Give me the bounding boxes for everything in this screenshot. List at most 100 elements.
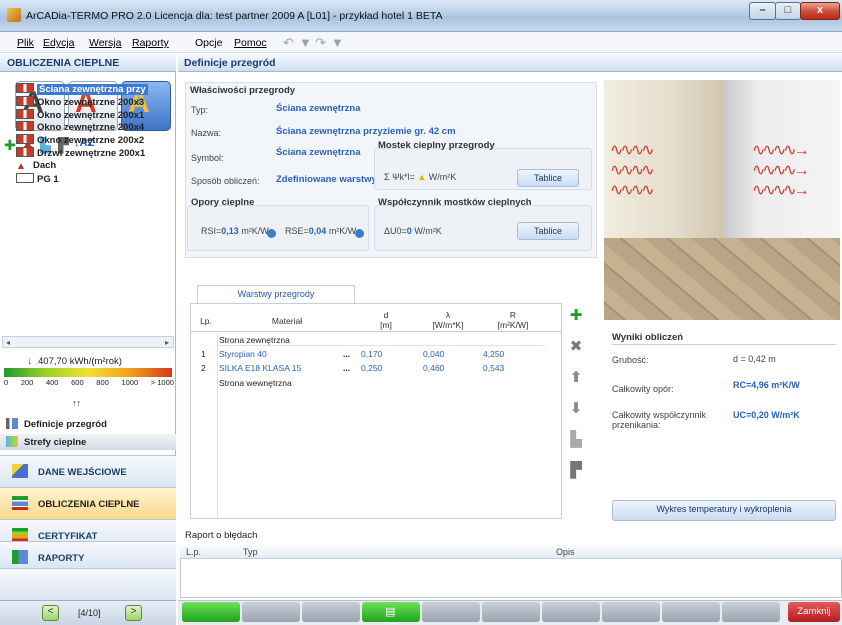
u-label: Całkowity współczynnik przenikania: xyxy=(612,410,707,430)
tree-item-label: Okno zewnętrzne 200x1 xyxy=(37,109,145,121)
status-segment[interactable]: ▤ xyxy=(362,602,420,622)
tree-horizontal-scrollbar[interactable] xyxy=(2,336,174,348)
tree-item-door[interactable]: Drzwi zewnętrzne 200x1 xyxy=(16,147,145,159)
rse-label: RSE= xyxy=(285,226,309,236)
close-icon: x xyxy=(816,4,824,16)
col-material: Materiał xyxy=(217,316,357,326)
heat-wave-icon: ∿∿∿∿→ xyxy=(752,142,810,159)
move-down-icon[interactable]: ⬇ xyxy=(568,399,584,417)
opor-label: Całkowity opór: xyxy=(612,384,674,394)
errors-title: Raport o błędach xyxy=(185,530,258,541)
status-segment[interactable] xyxy=(722,602,780,622)
nazwa-value[interactable]: Ściana zewnętrzna przyziemie gr. 42 cm xyxy=(276,126,456,137)
zamknij-button[interactable]: Zamknij xyxy=(788,602,840,622)
status-segment[interactable] xyxy=(602,602,660,622)
minimize-button[interactable]: – xyxy=(749,2,776,20)
menu-wersja[interactable]: Wersja xyxy=(89,37,121,49)
menu-opcje[interactable]: Opcje xyxy=(195,37,222,49)
section-obliczenia-label: OBLICZENIA CIEPLNE xyxy=(38,499,140,510)
section-raporty[interactable]: RAPORTY xyxy=(0,541,176,568)
temperature-chart-button[interactable]: Wykres temperatury i wykroplenia xyxy=(612,500,836,521)
mostek-tablice-button[interactable]: Tablice xyxy=(517,169,579,187)
pager-next-button[interactable]: > xyxy=(125,605,142,621)
add-icon[interactable]: ✚ xyxy=(4,137,16,154)
tree-item-window[interactable]: Okno zewnętrzne 200x2 xyxy=(16,134,144,146)
status-segment[interactable] xyxy=(242,602,300,622)
status-segment[interactable] xyxy=(182,602,240,622)
tree-item-roof[interactable]: ▲ Dach xyxy=(16,160,56,172)
rse-unit: m²K/W xyxy=(328,226,357,236)
nav-definicje-przegrod[interactable]: Definicje przegród xyxy=(0,416,176,432)
material-picker-button[interactable]: ... xyxy=(343,349,350,359)
status-segment[interactable] xyxy=(482,602,540,622)
section-dane-wejsciowe[interactable]: DANE WEJŚCIOWE xyxy=(0,455,176,487)
wsp-tablice-button[interactable]: Tablice xyxy=(517,222,579,240)
grubosc-value: d = 0,42 m xyxy=(733,354,776,364)
redo-icon[interactable]: ↷ xyxy=(315,35,326,51)
tree-item-window[interactable]: Okno zewnętrzne 200x4 xyxy=(16,121,144,133)
tree-item-floor[interactable]: PG 1 xyxy=(16,172,59,185)
copy-layer-icon[interactable]: ▙ xyxy=(568,430,584,448)
col-material-label: Materiał xyxy=(271,316,303,326)
menu-edycja[interactable]: Edycja xyxy=(43,37,75,49)
status-segment[interactable] xyxy=(542,602,600,622)
tree-item-label: PG 1 xyxy=(37,173,59,185)
menu-raporty[interactable]: Raporty xyxy=(132,37,169,49)
nav-strefy-cieplne[interactable]: Strefy cieplne xyxy=(0,434,176,450)
du-label: ΔU0= xyxy=(384,226,407,236)
rsi-value[interactable]: 0,13 xyxy=(221,226,239,236)
rsi-info-icon[interactable] xyxy=(267,229,276,238)
filter-down-icon[interactable]: ▼ xyxy=(331,35,344,50)
undo-icon[interactable]: ↶ xyxy=(283,35,294,51)
rse-info-icon[interactable] xyxy=(355,229,364,238)
typ-value[interactable]: Ściana zewnętrzna xyxy=(276,103,360,114)
partition-definitions-icon xyxy=(6,418,18,429)
delete-layer-icon[interactable]: ✖ xyxy=(568,337,584,355)
menu-pomoc[interactable]: Pomoc xyxy=(234,37,267,49)
u-value: UC=0,20 W/m²K xyxy=(733,410,800,420)
status-segment[interactable] xyxy=(662,602,720,622)
tree-item-label: Dach xyxy=(33,159,57,171)
layer-cell-material[interactable]: Styropian 40 xyxy=(219,349,267,359)
rse-value[interactable]: 0,04 xyxy=(309,226,327,236)
tab-warstwy-przegrody[interactable]: Warstwy przegrody xyxy=(197,285,355,303)
metoda-value[interactable]: Zdefiniowane warstwy xyxy=(276,174,377,185)
layer-cell-lambda[interactable]: 0,040 xyxy=(423,349,444,359)
layer-cell-d[interactable]: 0,250 xyxy=(361,363,382,373)
tree-item-label: Okno zewnętrzne 200x2 xyxy=(37,135,145,147)
status-segment[interactable] xyxy=(302,602,360,622)
tree-item-window[interactable]: Okno zewnętrzne 200x3 xyxy=(16,95,145,108)
tree-item-window[interactable]: Okno zewnętrzne 200x1 xyxy=(16,108,145,121)
scale-arrows-icon: ↑↑ xyxy=(72,398,81,408)
status-segment[interactable] xyxy=(422,602,480,622)
section-obliczenia-cieplne[interactable]: OBLICZENIA CIEPLNE xyxy=(0,487,176,519)
layer-cell-d[interactable]: 0,170 xyxy=(361,349,382,359)
close-window-button[interactable]: x xyxy=(800,2,840,20)
scale-tick-label: 800 xyxy=(96,378,109,387)
tree-item-label: Okno zewnętrzne 200x3 xyxy=(37,96,145,108)
layer-cell-material[interactable]: SILKA E18 KLASA 15 xyxy=(219,363,301,373)
material-picker-button[interactable]: ... xyxy=(343,363,350,373)
du-value[interactable]: 0 xyxy=(407,226,412,236)
layer-cell-lambda[interactable]: 0,460 xyxy=(423,363,444,373)
scroll-right-icon[interactable]: ▸ xyxy=(165,338,169,347)
menu-plik[interactable]: Plik xyxy=(17,37,34,49)
layer-cell-r[interactable]: 4,250 xyxy=(483,349,504,359)
filter-icon[interactable]: ▼ xyxy=(299,35,312,50)
col-r: R [m²K/W] xyxy=(481,310,545,330)
scroll-left-icon[interactable]: ◂ xyxy=(6,338,10,347)
add-layer-icon[interactable]: ✚ xyxy=(568,306,584,324)
move-up-icon[interactable]: ⬆ xyxy=(568,368,584,386)
section-filler xyxy=(0,568,176,600)
export-layer-icon[interactable]: ▛ xyxy=(568,461,584,479)
layer-cell-r[interactable]: 0,543 xyxy=(483,363,504,373)
symbol-value[interactable]: Ściana zewnętrzna xyxy=(276,147,360,158)
header-divider xyxy=(191,331,561,332)
nazwa-label: Nazwa: xyxy=(191,128,222,138)
maximize-button[interactable]: □ xyxy=(775,2,801,20)
tree-item-wall[interactable]: Ściana zewnętrzna przy xyxy=(16,83,148,95)
errors-col-opis: Opis xyxy=(556,547,575,557)
col-d-unit: [m] xyxy=(380,320,392,330)
scale-tick-label: > 1000 xyxy=(150,378,174,387)
pager-prev-button[interactable]: < xyxy=(42,605,59,621)
